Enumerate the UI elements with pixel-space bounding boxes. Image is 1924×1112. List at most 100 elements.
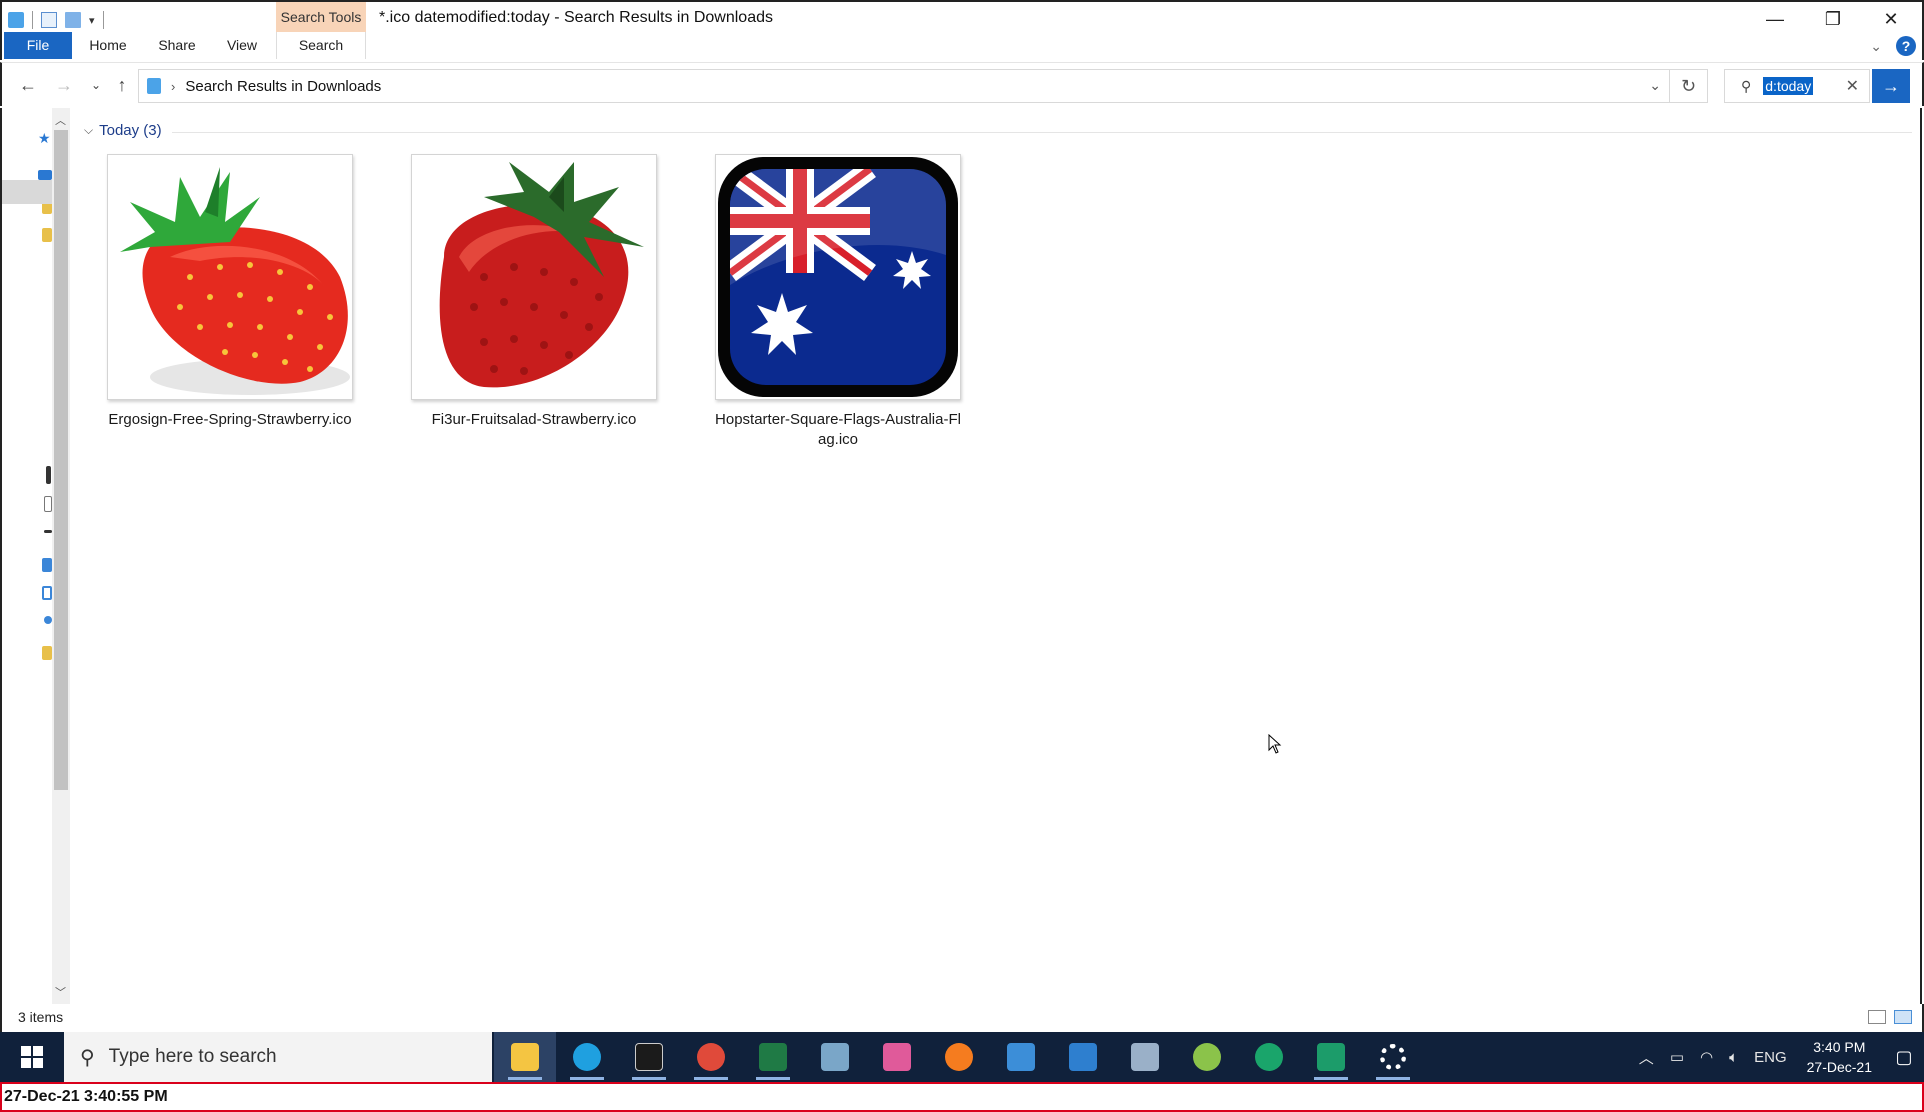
taskbar-app-settings[interactable] xyxy=(1362,1032,1424,1082)
network-drive-icon[interactable] xyxy=(44,616,52,624)
taskbar-app-terminal[interactable] xyxy=(618,1032,680,1082)
scroll-up-chevron-icon[interactable]: ︿ xyxy=(55,112,66,128)
tab-share[interactable]: Share xyxy=(150,32,204,59)
scroll-down-chevron-icon[interactable]: ﹀ xyxy=(55,984,66,1000)
file-name[interactable]: Hopstarter-Square-Flags-Australia-Flag.i… xyxy=(710,410,966,450)
navigation-pane-scrollbar[interactable]: ︿ ﹀ xyxy=(52,108,70,1004)
breadcrumb[interactable]: Search Results in Downloads xyxy=(185,78,381,95)
ribbon-controls: ⌄ ? xyxy=(1870,36,1916,56)
drive-icon[interactable] xyxy=(46,466,51,484)
customize-qat-chevron-icon[interactable]: ▾ xyxy=(89,14,95,27)
system-tray: ︿ ▭ ◠ 🔈︎ ENG 3:40 PM 27-Dec-21 ▢ xyxy=(1631,1032,1924,1082)
taskbar-app-file-explorer[interactable] xyxy=(494,1032,556,1082)
view-switcher xyxy=(1868,1010,1912,1024)
search-results-location-icon xyxy=(147,78,161,94)
strawberry-icon xyxy=(439,162,644,388)
file-thumbnail[interactable] xyxy=(411,154,657,400)
taskbar-app-excel[interactable] xyxy=(742,1032,804,1082)
properties-icon[interactable] xyxy=(41,12,57,28)
nav-item-selected[interactable] xyxy=(2,180,54,204)
address-bar[interactable]: › Search Results in Downloads ⌄ xyxy=(138,69,1670,103)
taskbar-search-input[interactable]: ⚲ Type here to search xyxy=(64,1032,492,1082)
refresh-button[interactable]: ↻ xyxy=(1670,69,1708,103)
large-icons-view-icon[interactable] xyxy=(1894,1010,1912,1024)
recording-timestamp: 27-Dec-21 3:40:55 PM xyxy=(4,1088,168,1105)
tab-search[interactable]: Search xyxy=(276,32,366,59)
excel-icon xyxy=(759,1043,787,1071)
taskbar-search-placeholder: Type here to search xyxy=(108,1046,277,1067)
taskbar-app-drop-app[interactable] xyxy=(866,1032,928,1082)
taskbar-app-photos[interactable] xyxy=(1052,1032,1114,1082)
file-tile[interactable]: Ergosign-Free-Spring-Strawberry.ico xyxy=(102,154,358,430)
show-hidden-icons-chevron-icon[interactable]: ︿ xyxy=(1639,1047,1654,1068)
recording-timestamp-bar: 27-Dec-21 3:40:55 PM xyxy=(0,1082,1924,1112)
new-folder-icon[interactable] xyxy=(65,12,81,28)
forward-arrow-icon[interactable]: → xyxy=(50,71,78,99)
taskbar-app-firefox[interactable] xyxy=(928,1032,990,1082)
contacts-icon xyxy=(1007,1043,1035,1071)
taskbar-app-green-app[interactable] xyxy=(1238,1032,1300,1082)
taskbar-app-chrome[interactable] xyxy=(680,1032,742,1082)
breadcrumb-chevron-icon[interactable]: › xyxy=(171,79,175,94)
details-view-icon[interactable] xyxy=(1868,1010,1886,1024)
network-icon[interactable] xyxy=(44,530,52,533)
taskbar-pinned-apps xyxy=(494,1032,1424,1082)
file-name[interactable]: Fi3ur-Fruitsalad-Strawberry.ico xyxy=(406,410,662,430)
clock[interactable]: 3:40 PM 27-Dec-21 xyxy=(1807,1037,1872,1077)
group-collapse-chevron-icon[interactable]: ⌵ xyxy=(84,123,93,138)
taskbar-app-edge[interactable] xyxy=(556,1032,618,1082)
group-header-today[interactable]: ⌵ Today (3) xyxy=(84,122,162,139)
taskbar-app-shield-app[interactable] xyxy=(1300,1032,1362,1082)
address-history-chevron-icon[interactable]: ⌄ xyxy=(1649,77,1661,94)
volume-icon[interactable]: 🔈︎ xyxy=(1729,1049,1738,1066)
minimize-button[interactable]: — xyxy=(1746,4,1804,34)
wifi-icon[interactable]: ◠ xyxy=(1700,1048,1713,1066)
file-thumbnail[interactable] xyxy=(715,154,961,400)
this-pc-icon[interactable] xyxy=(38,170,52,180)
help-icon[interactable]: ? xyxy=(1896,36,1916,56)
taskbar-app-contacts[interactable] xyxy=(990,1032,1052,1082)
file-tile[interactable]: Hopstarter-Square-Flags-Australia-Flag.i… xyxy=(710,154,966,450)
language-indicator[interactable]: ENG xyxy=(1754,1049,1787,1066)
close-button[interactable]: ✕ xyxy=(1862,4,1920,34)
drop-app-icon xyxy=(883,1043,911,1071)
recent-locations-chevron-icon[interactable]: ⌄ xyxy=(82,71,110,99)
mouse-cursor-icon xyxy=(1268,734,1282,754)
quick-access-toolbar: ▾ xyxy=(8,10,104,30)
file-thumbnail[interactable] xyxy=(107,154,353,400)
up-arrow-icon[interactable]: ↑ xyxy=(108,71,136,99)
item-count: 3 items xyxy=(18,1009,64,1025)
tab-file[interactable]: File xyxy=(4,32,72,59)
battery-icon[interactable]: ▭ xyxy=(1670,1048,1684,1066)
file-name[interactable]: Ergosign-Free-Spring-Strawberry.ico xyxy=(102,410,358,430)
folder-icon[interactable] xyxy=(42,228,52,242)
tab-view[interactable]: View xyxy=(218,32,266,59)
quick-access-star-icon[interactable]: ★ xyxy=(38,130,52,146)
expand-ribbon-chevron-icon[interactable]: ⌄ xyxy=(1870,38,1882,55)
clock-date: 27-Dec-21 xyxy=(1806,1059,1872,1075)
library-icon[interactable] xyxy=(42,558,52,572)
file-tile[interactable]: Fi3ur-Fruitsalad-Strawberry.ico xyxy=(406,154,662,430)
photos-icon xyxy=(1069,1043,1097,1071)
restore-button[interactable]: ❐ xyxy=(1804,4,1862,34)
notification-center-icon[interactable]: ▢ xyxy=(1884,1032,1924,1082)
tab-home[interactable]: Home xyxy=(82,32,134,59)
clock-time: 3:40 PM xyxy=(1813,1039,1866,1055)
search-input-value[interactable]: d:today xyxy=(1763,77,1814,95)
folder-icon[interactable] xyxy=(42,646,52,660)
windows-logo-icon xyxy=(21,1046,43,1068)
documents-icon[interactable] xyxy=(42,586,52,600)
device-icon[interactable] xyxy=(44,496,52,512)
start-button[interactable] xyxy=(0,1032,64,1082)
scrollbar-thumb[interactable] xyxy=(54,130,68,790)
taskbar-app-android-app[interactable] xyxy=(1176,1032,1238,1082)
taskbar: ⚲ Type here to search ︿ ▭ ◠ 🔈︎ ENG 3:40 … xyxy=(0,1032,1924,1082)
clear-search-icon[interactable]: ✕ xyxy=(1846,76,1859,96)
title-bar: ▾ Search Tools *.ico datemodified:today … xyxy=(0,0,1924,34)
taskbar-app-paint[interactable] xyxy=(1114,1032,1176,1082)
search-input[interactable]: ⚲ d:today ✕ xyxy=(1724,69,1870,103)
chrome-icon xyxy=(697,1043,725,1071)
back-arrow-icon[interactable]: ← xyxy=(14,71,42,99)
search-go-button[interactable]: → xyxy=(1872,69,1910,103)
taskbar-app-editor[interactable] xyxy=(804,1032,866,1082)
